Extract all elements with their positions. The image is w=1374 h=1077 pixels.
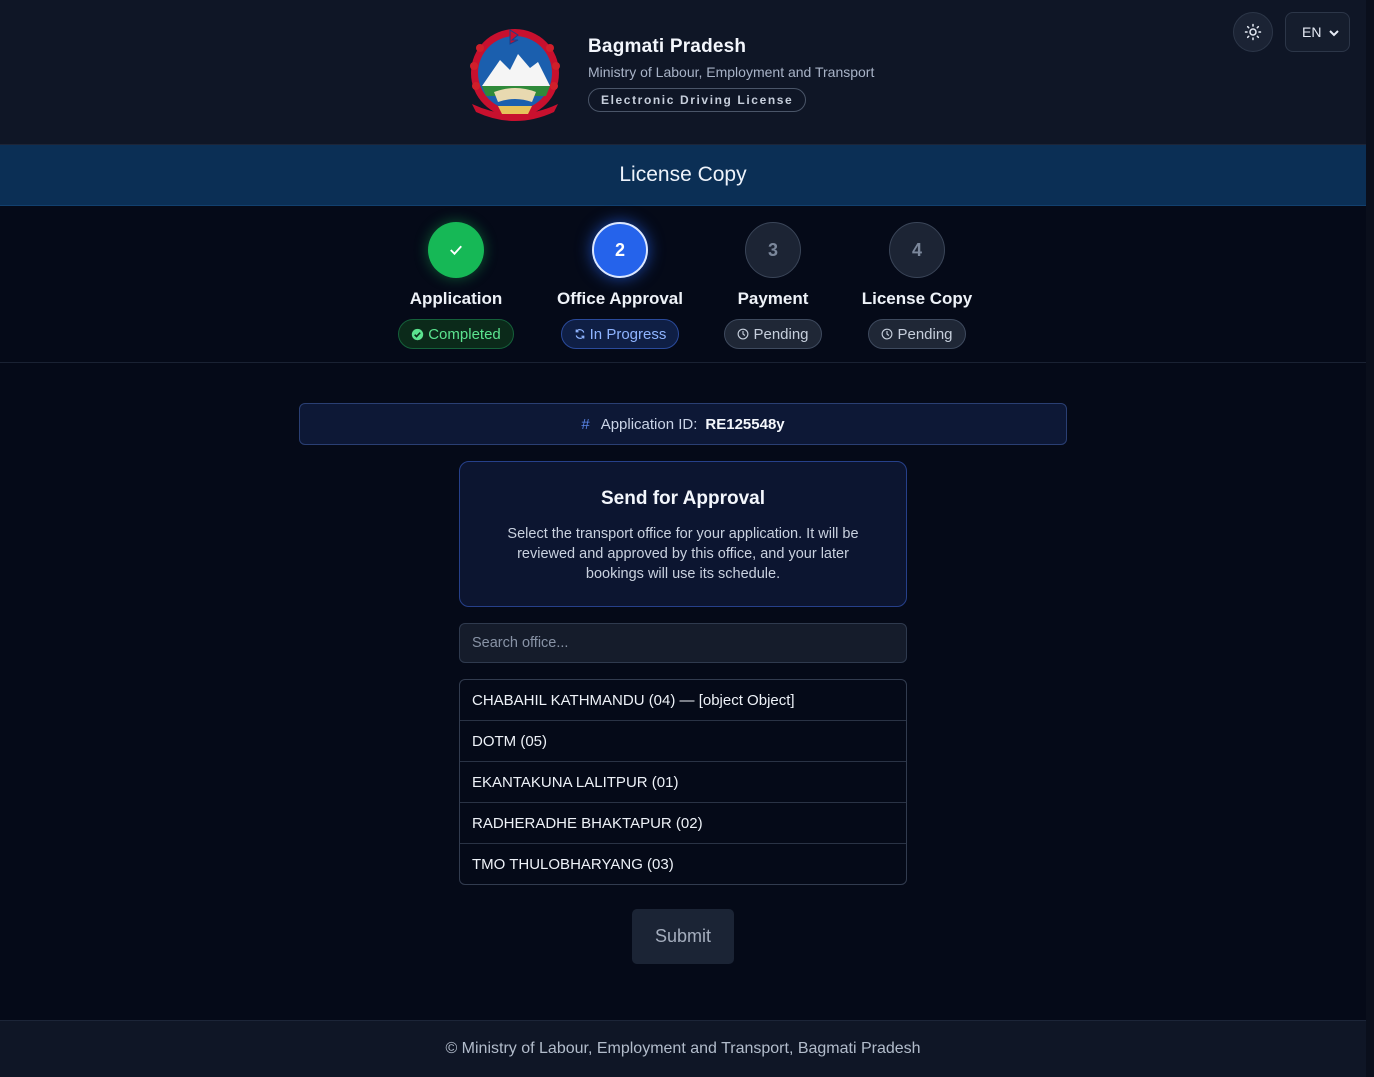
- page-title: License Copy: [0, 145, 1366, 206]
- step-label: Payment: [737, 289, 809, 308]
- status-text: Completed: [428, 325, 501, 343]
- language-select[interactable]: EN: [1285, 12, 1350, 52]
- approval-card: Send for Approval Select the transport o…: [459, 461, 907, 607]
- approval-description: Select the transport office for your app…: [507, 526, 859, 582]
- office-option[interactable]: DOTM (05): [460, 721, 906, 762]
- step-label: License Copy: [861, 289, 973, 308]
- step-circle-done: [428, 222, 484, 278]
- office-option[interactable]: RADHERADHE BHAKTAPUR (02): [460, 803, 906, 844]
- brand-badge: Electronic Driving License: [588, 88, 807, 112]
- nepal-emblem-logo: [470, 29, 560, 121]
- brand-block: Bagmati Pradesh Ministry of Labour, Empl…: [588, 36, 874, 112]
- hash-icon: #: [581, 415, 590, 433]
- application-id-label: Application ID:: [600, 415, 698, 433]
- approval-title: Send for Approval: [601, 488, 765, 509]
- step-office-approval: 2 Office Approval In Progress: [540, 222, 700, 349]
- page: Bagmati Pradesh Ministry of Labour, Empl…: [0, 0, 1366, 1077]
- brand-subtitle: Ministry of Labour, Employment and Trans…: [588, 64, 875, 80]
- office-search-input[interactable]: [459, 623, 907, 663]
- application-id-bar: # Application ID: RE125548y: [299, 403, 1067, 445]
- application-id-value: RE125548y: [705, 415, 785, 433]
- step-label: Application: [409, 289, 503, 308]
- status-text: Pending: [753, 325, 809, 343]
- language-selected: EN: [1302, 24, 1322, 40]
- brand-title: Bagmati Pradesh: [588, 36, 747, 57]
- submit-button[interactable]: Submit: [632, 909, 734, 964]
- status-badge: Pending: [724, 319, 822, 349]
- step-circle-active: 2: [592, 222, 648, 278]
- refresh-icon: [575, 329, 584, 339]
- status-badge: In Progress: [560, 319, 680, 349]
- scrollbar[interactable]: [1366, 0, 1374, 1077]
- status-badge: Pending: [868, 319, 966, 349]
- office-option[interactable]: TMO THULOBHARYANG (03): [460, 844, 906, 884]
- check-icon: [450, 245, 462, 256]
- office-option[interactable]: CHABAHIL KATHMANDU (04) — [object Object…: [460, 680, 906, 721]
- footer-copyright: © Ministry of Labour, Employment and Tra…: [0, 1020, 1366, 1077]
- site-header: Bagmati Pradesh Ministry of Labour, Empl…: [0, 0, 1366, 145]
- step-circle-pending: 4: [889, 222, 945, 278]
- chevron-down-icon: [1329, 30, 1339, 37]
- step-application: Application Completed: [376, 222, 536, 349]
- sun-icon: [1244, 23, 1262, 41]
- step-license-copy: 4 License Copy Pending: [837, 222, 997, 349]
- progress-stepper: Application Completed 2 Office Approval …: [0, 206, 1366, 363]
- clock-icon: [882, 328, 893, 340]
- theme-toggle-button[interactable]: [1233, 12, 1273, 52]
- step-circle-pending: 3: [745, 222, 801, 278]
- step-payment: 3 Payment Pending: [693, 222, 853, 349]
- status-text: Pending: [897, 325, 953, 343]
- check-circle-icon: [412, 328, 424, 340]
- clock-icon: [738, 328, 749, 340]
- status-badge: Completed: [398, 319, 514, 349]
- office-list: CHABAHIL KATHMANDU (04) — [object Object…: [459, 679, 907, 885]
- office-option[interactable]: EKANTAKUNA LALITPUR (01): [460, 762, 906, 803]
- status-text: In Progress: [589, 325, 667, 343]
- step-label: Office Approval: [557, 289, 683, 308]
